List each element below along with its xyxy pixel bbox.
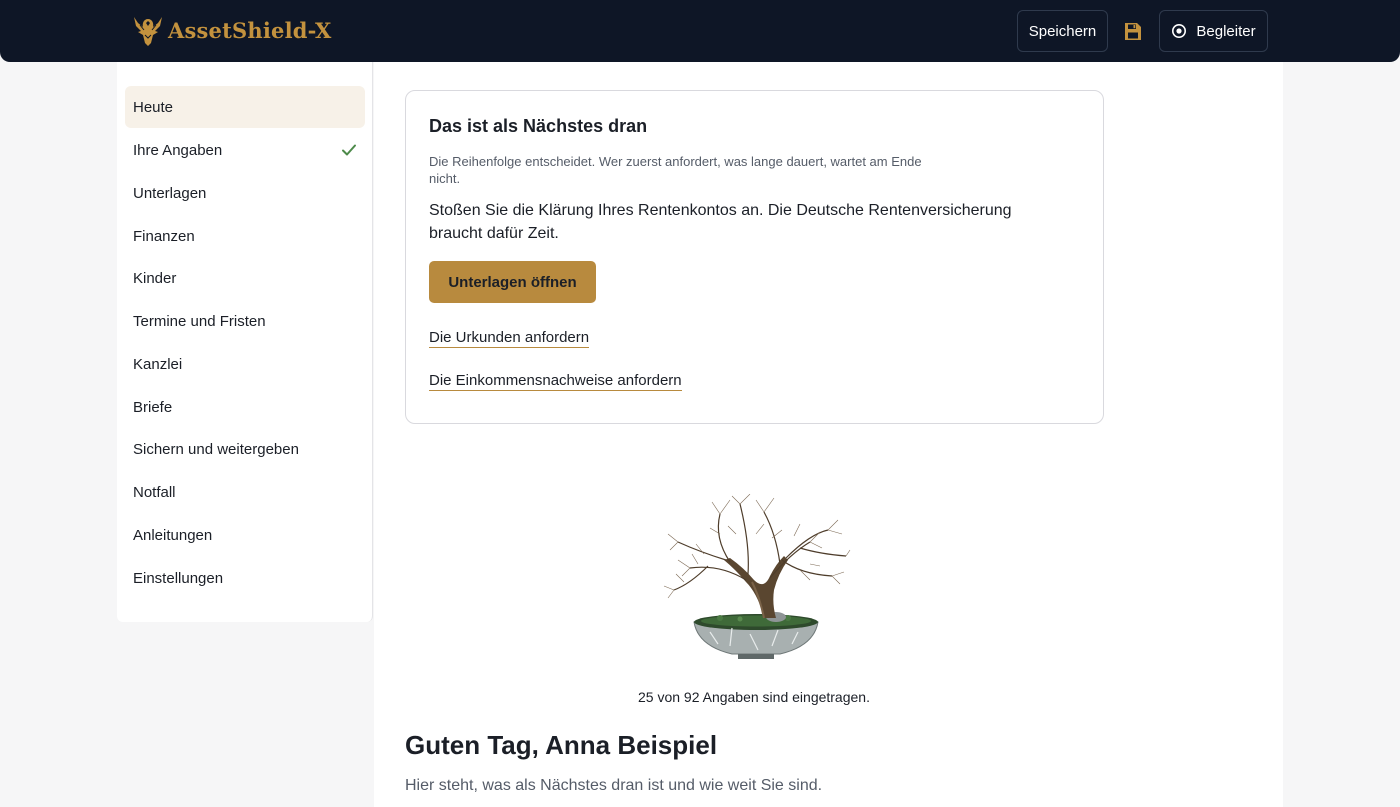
sidebar-item-label: Sichern und weitergeben xyxy=(133,440,299,458)
sidebar-item-finanzen[interactable]: Finanzen xyxy=(125,215,365,257)
main-content: Das ist als Nächstes dran Die Reihenfolg… xyxy=(374,62,1283,807)
sidebar-item-sichern-und-weitergeben[interactable]: Sichern und weitergeben xyxy=(125,428,365,470)
sidebar-item-kanzlei[interactable]: Kanzlei xyxy=(125,343,365,385)
open-documents-button[interactable]: Unterlagen öffnen xyxy=(429,261,596,303)
checkmark-icon xyxy=(342,144,356,156)
sidebar-item-kinder[interactable]: Kinder xyxy=(125,257,365,299)
companion-button[interactable]: Begleiter xyxy=(1159,10,1268,52)
sidebar-item-label: Termine und Fristen xyxy=(133,312,266,330)
card-title: Das ist als Nächstes dran xyxy=(429,116,648,136)
sidebar-item-label: Kinder xyxy=(133,269,177,287)
radio-target-icon xyxy=(1172,24,1187,38)
sidebar-item-notfall[interactable]: Notfall xyxy=(125,471,365,513)
sidebar-item-label: Kanzlei xyxy=(133,355,183,373)
request-income-proof-link[interactable]: Die Einkommensnachweise anfordern xyxy=(429,372,682,391)
greeting-subtitle: Hier steht, was als Nächstes dran ist un… xyxy=(405,777,823,794)
top-bar: AssetShield-X Speichern Begleiter xyxy=(0,0,1400,62)
sidebar-item-anleitungen[interactable]: Anleitungen xyxy=(125,514,365,556)
floppy-disk-icon[interactable] xyxy=(1124,22,1142,41)
sidebar-item-label: Heute xyxy=(133,98,174,116)
greeting-title: Guten Tag, Anna Beispiel xyxy=(405,730,718,760)
brand-name: AssetShield-X xyxy=(168,17,332,43)
save-button[interactable]: Speichern xyxy=(1017,10,1108,52)
sidebar-item-label: Briefe xyxy=(133,398,173,416)
sidebar-item-einstellungen[interactable]: Einstellungen xyxy=(125,557,365,599)
bonsai-tree-illustration xyxy=(663,494,851,659)
eagle-logo-icon xyxy=(134,17,162,46)
sidebar-item-unterlagen[interactable]: Unterlagen xyxy=(125,172,365,214)
sidebar-item-label: Anleitungen xyxy=(133,526,213,544)
sidebar-item-heute[interactable]: Heute xyxy=(125,86,365,128)
card-body-text: Stoßen Sie die Klärung Ihres Rentenkonto… xyxy=(429,202,1012,242)
brand-logo[interactable]: AssetShield-X xyxy=(132,13,332,47)
progress-status: 25 von 92 Angaben sind eingetragen. xyxy=(638,689,870,705)
sidebar-item-label: Finanzen xyxy=(133,227,195,245)
sidebar-item-label: Einstellungen xyxy=(133,569,224,587)
next-step-card: Das ist als Nächstes dran Die Reihenfolg… xyxy=(405,90,1104,424)
companion-label: Begleiter xyxy=(1196,22,1256,40)
sidebar-nav: Heute Ihre Angaben Unterlagen Finanzen K… xyxy=(117,62,373,622)
sidebar-item-label: Ihre Angaben xyxy=(133,141,223,159)
sidebar-item-termine-und-fristen[interactable]: Termine und Fristen xyxy=(125,300,365,342)
sidebar-item-briefe[interactable]: Briefe xyxy=(125,386,365,428)
request-certificates-link[interactable]: Die Urkunden anfordern xyxy=(429,329,590,348)
sidebar-item-label: Notfall xyxy=(133,483,176,501)
sidebar-item-label: Unterlagen xyxy=(133,184,207,202)
sidebar-item-ihre-angaben[interactable]: Ihre Angaben xyxy=(125,129,365,171)
card-subtitle: Die Reihenfolge entscheidet. Wer zuerst … xyxy=(429,154,922,186)
